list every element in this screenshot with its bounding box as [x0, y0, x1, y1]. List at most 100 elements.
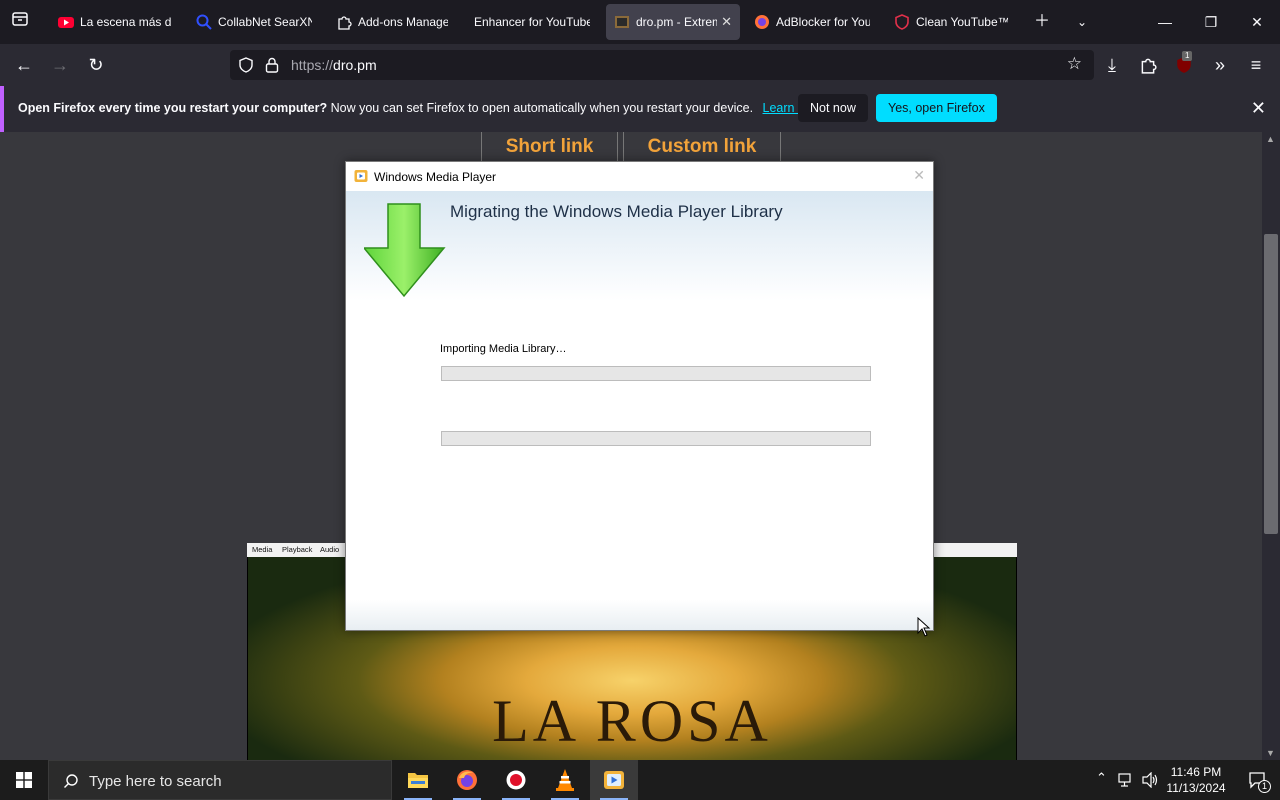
download-arrow-icon — [364, 203, 446, 298]
yes-open-firefox-button[interactable]: Yes, open Firefox — [876, 94, 997, 122]
scrollbar-thumb[interactable] — [1264, 234, 1278, 534]
new-tab-button[interactable]: ＋ — [1030, 10, 1054, 34]
url-host: dro.pm — [333, 57, 377, 73]
firefox-view-icon — [12, 12, 28, 26]
forward-button[interactable]: → — [48, 53, 72, 77]
double-chevron-right-icon: » — [1214, 55, 1225, 75]
taskbar-file-explorer[interactable] — [394, 760, 442, 800]
not-now-button[interactable]: Not now — [798, 94, 868, 122]
action-center-button[interactable]: 1 — [1236, 760, 1280, 800]
taskbar-clock[interactable]: 11:46 PM 11/13/2024 — [1160, 764, 1232, 796]
restore-icon: ❐ — [1204, 14, 1218, 30]
wmp-migration-dialog: Windows Media Player ✕ Migrating the Win… — [345, 161, 934, 631]
close-icon[interactable]: ✕ — [913, 167, 925, 184]
reload-icon: ↻ — [88, 55, 104, 75]
tab-dro-pm[interactable]: dro.pm - Extrem ✕ — [606, 4, 740, 40]
tab-title: CollabNet SearXN — [218, 15, 312, 29]
firefox-icon — [755, 15, 769, 29]
network-icon[interactable] — [1118, 772, 1136, 788]
tracking-protection-shield-icon[interactable] — [238, 57, 254, 73]
puzzle-icon — [1141, 58, 1157, 74]
close-notification-icon[interactable]: ✕ — [1251, 98, 1266, 119]
download-icon: ⤓ — [1108, 55, 1116, 75]
menu-playback[interactable]: Playback — [282, 545, 312, 554]
dro-icon — [615, 16, 629, 28]
page-scrollbar[interactable]: ▲ ▼ — [1262, 132, 1280, 760]
tab-clean-youtube[interactable]: Clean YouTube™ — [886, 4, 1016, 40]
tab-title: Enhancer for YouTube — [474, 15, 590, 29]
shield-icon — [895, 14, 909, 30]
close-window-button[interactable]: ✕ — [1234, 0, 1280, 44]
close-icon: ✕ — [1251, 14, 1263, 30]
menu-audio[interactable]: Audio — [320, 545, 339, 554]
dialog-heading: Migrating the Windows Media Player Libra… — [450, 202, 783, 221]
windows-taskbar: Type here to search ⌃ 11:46 PM 11/13/202… — [0, 760, 1280, 800]
extensions-button[interactable] — [1136, 53, 1160, 77]
short-link-button[interactable]: Short link — [481, 132, 618, 162]
vlc-cone-icon — [556, 769, 574, 791]
restore-button[interactable]: ❐ — [1188, 0, 1234, 44]
taskbar-firefox[interactable] — [443, 760, 491, 800]
plus-icon: ＋ — [1033, 13, 1050, 30]
dialog-footer — [346, 600, 933, 630]
dialog-titlebar[interactable]: Windows Media Player ✕ — [346, 162, 933, 191]
ublock-origin-button[interactable]: 1 — [1172, 51, 1196, 77]
video-title-text: LA ROSA — [492, 688, 772, 754]
tab-title: Add-ons Manage — [358, 15, 448, 29]
folder-icon — [408, 773, 428, 788]
close-tab-icon[interactable]: ✕ — [721, 14, 732, 30]
tab-title: La escena más dr — [80, 15, 172, 29]
url-bar[interactable]: https://dro.pm ☆ — [230, 50, 1094, 80]
list-all-tabs-button[interactable]: ⌄ — [1070, 10, 1094, 34]
url-text[interactable]: https://dro.pm — [291, 57, 377, 73]
app-menu-button[interactable]: ≡ — [1244, 53, 1268, 77]
custom-link-button[interactable]: Custom link — [623, 132, 781, 162]
menu-media[interactable]: Media — [252, 545, 272, 554]
show-hidden-icons-chevron-up-icon[interactable]: ⌃ — [1096, 770, 1107, 786]
firefox-icon — [457, 770, 477, 790]
extension-badge: 1 — [1182, 51, 1193, 61]
notification-message: Open Firefox every time you restart your… — [18, 101, 826, 115]
youtube-icon — [58, 17, 74, 28]
clock-date: 11/13/2024 — [1166, 781, 1226, 795]
dialog-title: Windows Media Player — [374, 170, 497, 184]
record-icon — [506, 770, 526, 790]
taskbar-screen-recorder[interactable] — [492, 760, 540, 800]
tab-title: dro.pm - Extrem — [636, 15, 718, 29]
taskbar-search-box[interactable]: Type here to search — [48, 760, 392, 800]
clock-time: 11:46 PM — [1170, 765, 1222, 779]
progress-bar-primary — [441, 366, 871, 381]
notification-title: Open Firefox every time you restart your… — [18, 101, 328, 115]
tab-enhancer-youtube[interactable]: Enhancer for YouTube — [466, 4, 598, 40]
wmp-icon — [604, 771, 624, 789]
bookmark-star-icon[interactable]: ☆ — [1067, 54, 1082, 74]
overflow-menu-button[interactable]: » — [1208, 53, 1232, 77]
arrow-left-icon: ← — [15, 55, 33, 75]
tab-addons-manager[interactable]: Add-ons Manage — [328, 4, 456, 40]
firefox-autostart-notification: Open Firefox every time you restart your… — [0, 86, 1280, 132]
tab-youtube[interactable]: La escena más dr — [50, 4, 180, 40]
tab-title: Clean YouTube™ — [916, 15, 1008, 29]
search-icon — [64, 774, 78, 788]
taskbar-vlc[interactable] — [541, 760, 589, 800]
windows-logo-icon — [16, 772, 32, 788]
start-button[interactable] — [0, 760, 48, 800]
firefox-view-button[interactable] — [8, 10, 32, 34]
back-button[interactable]: ← — [12, 53, 36, 77]
tab-searxng[interactable]: CollabNet SearXN — [188, 4, 320, 40]
downloads-button[interactable]: ⤓ — [1100, 53, 1124, 77]
arrow-right-icon: → — [51, 55, 69, 75]
tab-adblocker-youtube[interactable]: AdBlocker for You — [746, 4, 878, 40]
lock-icon[interactable] — [265, 57, 279, 73]
reload-button[interactable]: ↻ — [84, 53, 108, 77]
navigation-toolbar: ← → ↻ https://dro.pm ☆ ⤓ 1 » ≡ — [0, 44, 1280, 86]
scroll-up-icon[interactable]: ▲ — [1266, 134, 1275, 144]
scroll-down-icon[interactable]: ▼ — [1266, 748, 1275, 758]
taskbar-windows-media-player[interactable] — [590, 760, 638, 800]
puzzle-icon — [338, 16, 352, 30]
mouse-cursor-icon — [917, 617, 931, 637]
minimize-button[interactable]: — — [1142, 0, 1188, 44]
volume-icon[interactable] — [1142, 772, 1160, 788]
chevron-down-icon: ⌄ — [1076, 15, 1088, 29]
import-status-text: Importing Media Library… — [440, 343, 567, 355]
